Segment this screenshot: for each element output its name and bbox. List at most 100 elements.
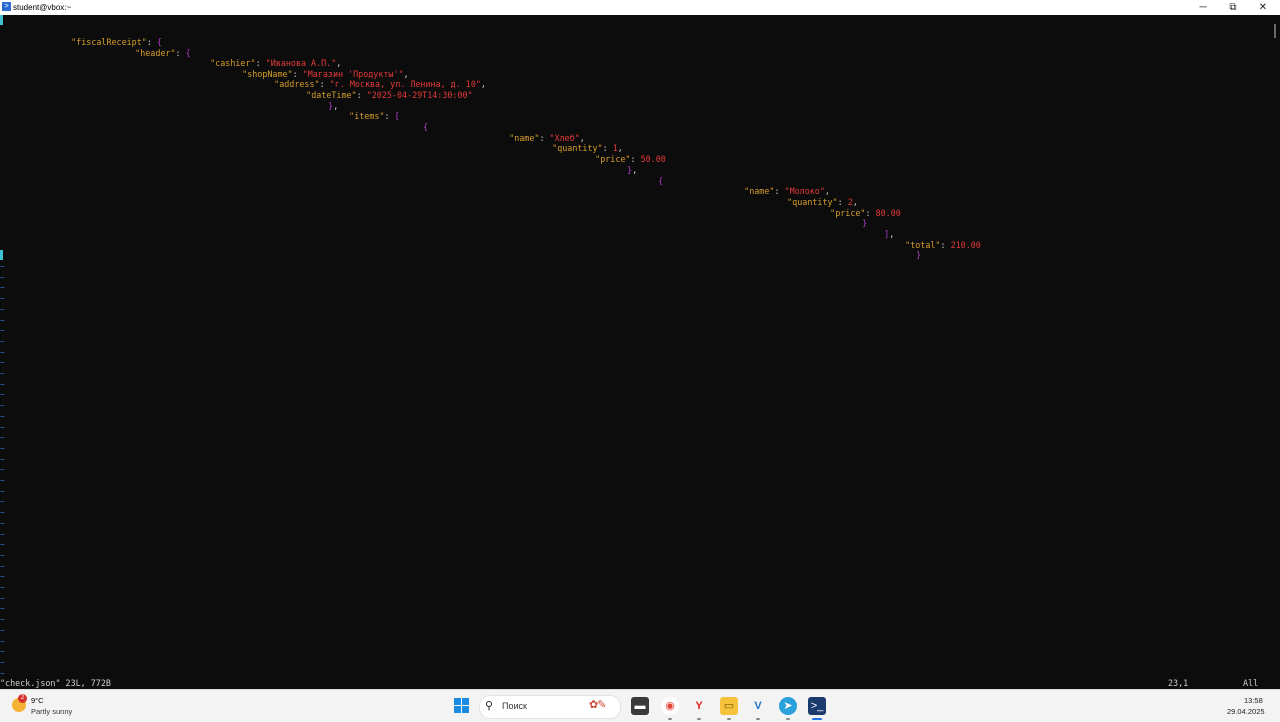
file-explorer-icon[interactable]: ▭: [720, 697, 738, 715]
json-line: "name": "Хлеб",: [509, 133, 585, 143]
status-cursor-position: 23,1: [1168, 678, 1189, 688]
tilde-marker: ~: [0, 529, 5, 539]
json-line: "dateTime": "2025-04-29T14:30:00": [306, 90, 473, 100]
json-value: 80.00: [875, 208, 901, 218]
yandex-icon[interactable]: Y: [690, 697, 708, 715]
close-button[interactable]: ✕: [1250, 0, 1276, 15]
tilde-marker: ~: [0, 476, 5, 485]
running-indicator: [786, 718, 790, 720]
weather-desc: Partly sunny: [31, 707, 73, 716]
tilde-marker: ~: [0, 262, 5, 271]
search-placeholder: Поиск: [502, 701, 527, 711]
window-title: student@vbox:~: [13, 3, 72, 12]
json-line: "price": 80.00: [830, 208, 901, 218]
scrollbar-thumb[interactable]: [1274, 24, 1276, 38]
tilde-marker: ~: [0, 443, 5, 453]
cursor-marker-top: [0, 15, 3, 25]
start-icon[interactable]: [454, 698, 469, 713]
json-line: "name": "Молоко",: [744, 186, 830, 196]
running-indicator: [727, 718, 731, 720]
terminal-app-icon[interactable]: ▬: [631, 697, 649, 715]
json-value: 50.00: [640, 154, 666, 164]
tilde-marker: ~: [0, 358, 5, 368]
json-line: "address": "г. Москва, ул. Ленина, д. 10…: [274, 79, 486, 89]
taskbar: 2 9°C Partly sunny ⚲ Поиск ✿✎ ▬ ◉ Y ▭ V …: [0, 689, 1280, 722]
tilde-marker: ~: [0, 625, 5, 635]
tilde-marker: ~: [0, 572, 5, 582]
tilde-marker: ~: [0, 454, 5, 464]
tilde-marker: ~: [0, 583, 5, 592]
json-line: "quantity": 2,: [787, 197, 858, 207]
weather-badge: 2: [18, 694, 27, 703]
window-titlebar: > student@vbox:~ ─ ⧉ ✕: [0, 0, 1280, 15]
clock-date[interactable]: 29.04.2025: [1227, 707, 1265, 716]
maximize-button[interactable]: ⧉: [1220, 0, 1246, 15]
weather-temp: 9°C: [31, 696, 44, 705]
scrollbar[interactable]: [1270, 15, 1280, 689]
chrome-icon[interactable]: ◉: [661, 697, 679, 715]
json-line: "header": {: [135, 48, 191, 58]
search-icon: ⚲: [485, 700, 494, 712]
tilde-marker: ~: [0, 540, 5, 550]
terminal-icon: >: [2, 2, 11, 11]
tilde-marker: ~: [0, 497, 5, 507]
json-line: "cashier": "Иванова А.П.",: [210, 58, 342, 68]
vscode-icon[interactable]: V: [749, 697, 767, 715]
json-line: "total": 210.00: [905, 240, 981, 250]
json-line: "fiscalReceipt": {: [71, 37, 162, 47]
minimize-button[interactable]: ─: [1190, 0, 1216, 15]
tilde-marker: ~: [0, 315, 5, 325]
json-line: },: [627, 165, 638, 175]
tilde-marker: ~: [0, 272, 5, 282]
status-scroll: All: [1243, 678, 1259, 688]
tilde-marker: ~: [0, 326, 5, 336]
tilde-marker: ~: [0, 465, 5, 475]
json-value: "2025-04-29T14:30:00": [366, 90, 473, 100]
tilde-marker: ~: [0, 593, 5, 603]
tilde-marker: ~: [0, 508, 5, 518]
status-file-info: "check.json" 23L, 772B: [0, 678, 111, 688]
running-indicator: [756, 718, 760, 720]
json-key: "items": [349, 111, 385, 121]
tilde-marker: ~: [0, 615, 5, 625]
tilde-marker: ~: [0, 518, 5, 528]
tilde-marker: ~: [0, 433, 5, 443]
running-indicator: [697, 718, 701, 720]
search-highlight-icon: ✿✎: [589, 699, 606, 711]
tilde-marker: ~: [0, 486, 5, 496]
json-line: "items": [: [349, 111, 400, 121]
tilde-marker: ~: [0, 283, 5, 293]
tilde-marker: ~: [0, 422, 5, 432]
tilde-marker: ~: [0, 379, 5, 389]
clock-time[interactable]: 13:58: [1244, 696, 1263, 705]
json-line: }: [916, 250, 922, 260]
json-line: "shopName": "Магазин 'Продукты'",: [242, 69, 409, 79]
tilde-marker: ~: [0, 636, 5, 646]
json-value: 210.00: [950, 240, 981, 250]
running-indicator: [668, 718, 672, 720]
active-indicator: [812, 718, 822, 720]
json-key: "header": [135, 48, 176, 58]
tilde-marker: ~: [0, 657, 5, 667]
json-line: },: [328, 101, 339, 111]
tilde-marker: ~: [0, 347, 5, 357]
telegram-icon[interactable]: ➤: [779, 697, 797, 715]
tilde-marker: ~: [0, 390, 5, 400]
json-line: "quantity": 1,: [552, 143, 623, 153]
tilde-marker: ~: [0, 561, 5, 571]
json-line: }: [862, 218, 868, 228]
cursor: [0, 250, 3, 260]
json-line: {: [423, 122, 429, 132]
tilde-marker: ~: [0, 369, 5, 378]
tilde-marker: ~: [0, 336, 5, 346]
terminal-view[interactable]: "fiscalReceipt": { "header": { "cashier"…: [0, 15, 1270, 689]
tilde-marker: ~: [0, 401, 5, 411]
json-line: "price": 50.00: [595, 154, 666, 164]
tilde-marker: ~: [0, 304, 5, 314]
json-line: ],: [884, 229, 895, 239]
json-line: {: [658, 176, 664, 186]
powershell-icon[interactable]: >_: [808, 697, 826, 715]
tilde-marker: ~: [0, 411, 5, 421]
tilde-marker: ~: [0, 604, 5, 614]
tilde-marker: ~: [0, 550, 5, 560]
